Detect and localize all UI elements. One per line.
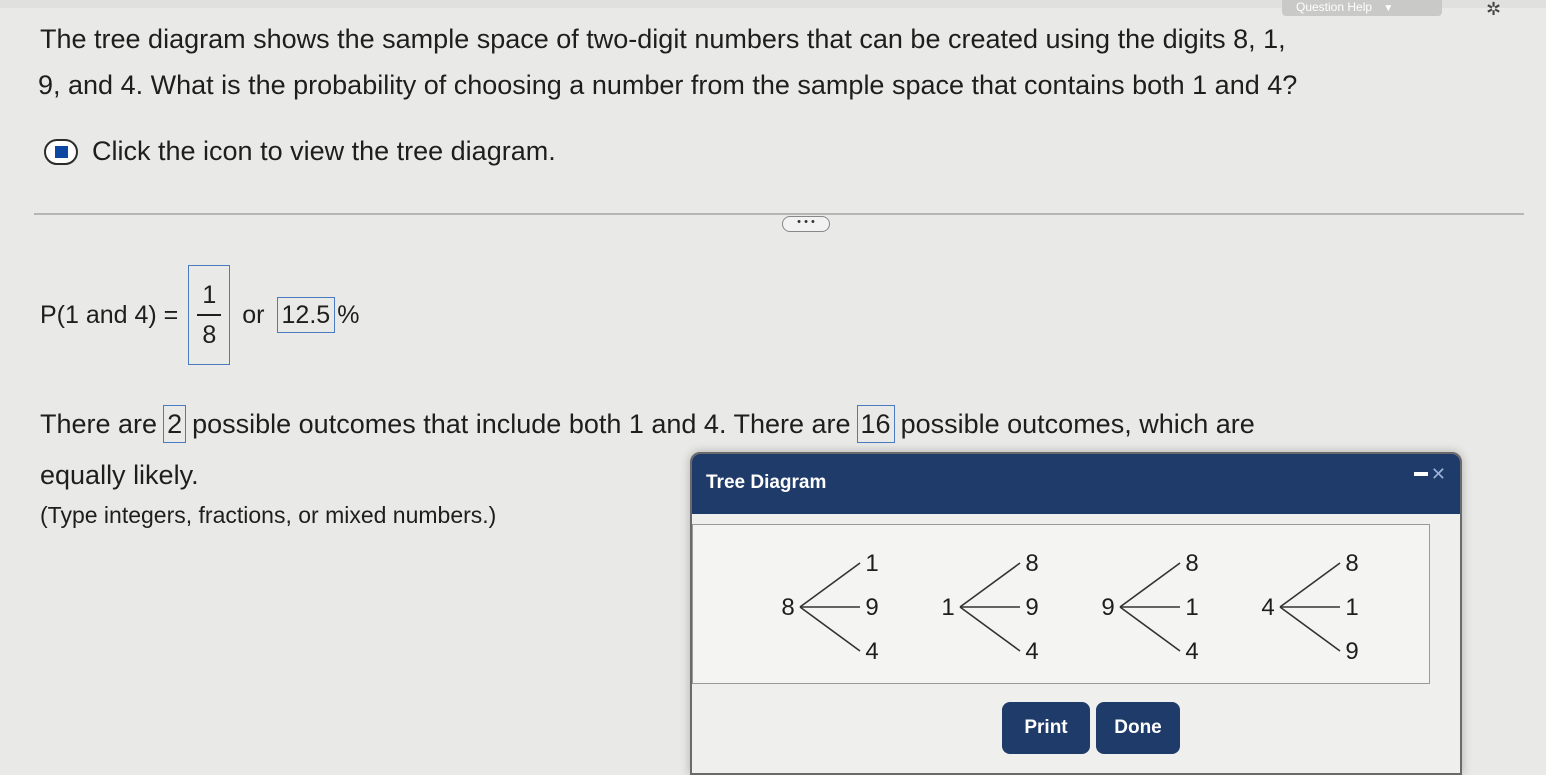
tree-branch-line <box>799 562 861 608</box>
divider <box>34 213 1524 215</box>
tree-branch-node: 1 <box>1345 594 1358 621</box>
tree-branch-node: 9 <box>1345 638 1358 665</box>
click-instruction: Click the icon to view the tree diagram. <box>92 136 556 166</box>
tree-group-8: 8 1 9 4 <box>781 550 878 665</box>
answer-format-hint: (Type integers, fractions, or mixed numb… <box>40 502 497 528</box>
favorable-outcomes-box[interactable]: 2 <box>163 405 187 443</box>
fraction-denominator: 8 <box>202 321 217 349</box>
question-text-line-1: The tree diagram shows the sample space … <box>40 24 1286 54</box>
tree-branch-line <box>799 606 861 652</box>
tree-diagram-link-row: Click the icon to view the tree diagram. <box>44 136 556 167</box>
fraction-numerator: 1 <box>202 281 217 309</box>
tree-window-titlebar[interactable]: Tree Diagram ✕ <box>692 454 1460 514</box>
tree-group-1: 1894 <box>941 550 1038 665</box>
tree-branch-node: 8 <box>1185 550 1198 577</box>
outcome-text-3: possible outcomes, which are <box>900 408 1255 439</box>
tree-branch-node: 8 <box>1025 550 1038 577</box>
tree-branch-node: 4 <box>1185 638 1198 665</box>
tree-branch-node: 1 <box>865 550 878 577</box>
tree-root-node: 9 <box>1101 594 1114 621</box>
outcome-text-1: There are <box>40 408 158 439</box>
tree-branch-line <box>1119 606 1181 652</box>
tree-window-title: Tree Diagram <box>706 472 827 493</box>
tree-branch-line <box>1279 606 1341 652</box>
tree-branch-node: 9 <box>865 594 878 621</box>
question-text-line-2: 9, and 4. What is the probability of cho… <box>38 70 1298 100</box>
equally-likely-text: equally likely. <box>40 460 199 490</box>
done-button[interactable]: Done <box>1096 702 1180 754</box>
tree-root-node: 1 <box>941 594 954 621</box>
close-icon[interactable]: ✕ <box>1431 464 1446 485</box>
settings-icon[interactable]: ✲ <box>1486 0 1501 18</box>
tree-branch-node: 8 <box>1345 550 1358 577</box>
tree-branch-node: 9 <box>1025 594 1038 621</box>
tree-branch-line <box>959 606 1021 652</box>
outcome-sentence: There are 2 possible outcomes that inclu… <box>40 405 1255 443</box>
tree-root-node: 8 <box>781 594 794 621</box>
tree-diagram: 8194189498144819 <box>781 550 1358 665</box>
tree-root-node: 4 <box>1261 594 1274 621</box>
tree-group-9: 9 8 1 4 <box>1101 550 1198 665</box>
caret-down-icon: ▼ <box>1383 3 1394 14</box>
total-outcomes-box[interactable]: 16 <box>856 405 895 443</box>
tree-group-4: 4 8 1 9 <box>1261 550 1358 665</box>
print-button[interactable]: Print <box>1002 702 1090 754</box>
tree-branch-line <box>1279 562 1341 608</box>
fraction-answer-box[interactable]: 1 8 <box>188 265 231 365</box>
table-icon[interactable] <box>44 138 78 165</box>
minimize-icon[interactable] <box>1414 472 1428 476</box>
percent-sign: % <box>337 300 360 329</box>
probability-answer-row: P(1 and 4) = 1 8 or 12.5 % <box>40 265 359 365</box>
tree-branch-node: 1 <box>1185 594 1198 621</box>
tree-branch-line <box>1119 562 1181 608</box>
tree-diagram-panel: 8194189498144819 <box>692 524 1430 684</box>
question-help-menu[interactable]: Question Help ▼ <box>1282 0 1442 16</box>
percent-answer-box[interactable]: 12.5 <box>276 297 336 333</box>
outcome-text-2: possible outcomes that include both 1 an… <box>192 408 851 439</box>
tree-branch-node: 4 <box>1025 638 1038 665</box>
fraction-bar <box>197 314 222 316</box>
more-button[interactable]: • • • <box>782 216 830 232</box>
or-label: or <box>242 300 265 329</box>
question-help-label: Question Help <box>1296 0 1373 14</box>
tree-diagram-window: Tree Diagram ✕ 8194189498144819 Print Do… <box>690 452 1462 775</box>
tree-branch-node: 4 <box>865 638 878 665</box>
probability-label: P(1 and 4) = <box>40 300 179 329</box>
tree-branch-line <box>959 562 1021 608</box>
